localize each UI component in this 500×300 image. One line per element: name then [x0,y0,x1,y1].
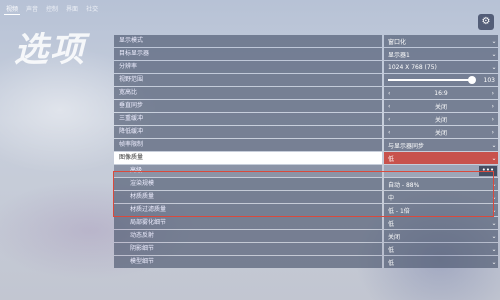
tab-social[interactable]: 社交 [84,3,100,15]
settings-label: 三重缓冲 [114,113,382,125]
settings-label: 帧率限制 [114,139,382,151]
settings-label: 降低缓冲 [114,126,382,138]
option-selector[interactable]: ‹ 关闭 › [384,100,498,112]
settings-row: 垂直同步 ‹ 关闭 › [114,100,498,112]
top-nav: 视频 声音 控制 界面 社交 [4,3,100,15]
slider-value: 103 [483,76,495,84]
chevron-down-icon: ⌄ [491,37,497,45]
settings-row: 分辨率 1024 X 768 (75) ⌄ [114,61,498,73]
settings-label: 宽高比 [114,87,382,99]
selector-value: 关闭 [434,129,447,137]
settings-row: 动态反射 关闭 ⌄ [114,230,498,242]
settings-row: 降低缓冲 ‹ 关闭 › [114,126,498,138]
chevron-right-icon[interactable]: › [492,129,494,136]
gear-icon[interactable]: ⚙ [478,14,494,30]
dropdown[interactable]: 1024 X 768 (75) ⌄ [384,61,498,73]
settings-label: 目标显示器 [114,48,382,60]
settings-label: 垂直同步 [114,100,382,112]
settings-label: 局部雾化细节 [114,217,382,229]
page-title: 选项 [14,30,86,70]
settings-label: 阴影细节 [114,243,382,255]
highlight-box [113,171,494,217]
settings-row: 目标显示器 显示器1 ⌄ [114,48,498,60]
tab-interface[interactable]: 界面 [64,3,80,15]
dropdown-value: 低 [388,259,395,267]
dropdown[interactable]: 低 ⌄ [384,217,498,229]
chevron-down-icon: ⌄ [491,258,497,266]
settings-label: 模型细节 [114,256,382,268]
settings-row: 宽高比 ‹ 16:9 › [114,87,498,99]
dropdown[interactable]: 窗口化 ⌄ [384,35,498,47]
tab-controls[interactable]: 控制 [44,3,60,15]
dropdown-value: 与显示器同步 [388,142,425,150]
chevron-down-icon: ⌄ [491,245,497,253]
dropdown-value: 关闭 [388,233,401,241]
chevron-down-icon: ⌄ [491,141,497,149]
settings-row: 阴影细节低 ⌄ [114,243,498,255]
dropdown[interactable]: 与显示器同步 ⌄ [384,139,498,151]
dropdown[interactable]: 关闭 ⌄ [384,230,498,242]
dropdown[interactable]: 低 ⌄ [384,256,498,268]
option-selector[interactable]: ‹ 关闭 › [384,126,498,138]
settings-label: 图像质量 [114,152,382,164]
settings-row: 帧率限制 与显示器同步 ⌄ [114,139,498,151]
dropdown-value: 低 [388,220,395,228]
dropdown-value: 显示器1 [388,51,410,59]
slider[interactable]: 103 [384,74,498,86]
chevron-down-icon: ⌄ [491,63,497,71]
chevron-right-icon[interactable]: › [492,103,494,110]
settings-label: 显示模式 [114,35,382,47]
dropdown-value: 低 [388,155,395,163]
selector-value: 关闭 [434,103,447,111]
settings-row: 局部雾化细节低 ⌄ [114,217,498,229]
settings-row: 视野范围 103 [114,74,498,86]
settings-label: 分辨率 [114,61,382,73]
chevron-down-icon: ⌄ [491,232,497,240]
dropdown[interactable]: 低 ⌄ [384,243,498,255]
selector-value: 16:9 [434,89,448,97]
dropdown-value: 低 [388,246,395,254]
option-selector[interactable]: ‹ 关闭 › [384,113,498,125]
settings-label: 视野范围 [114,74,382,86]
slider-knob[interactable] [468,76,476,84]
chevron-down-icon: ⌄ [491,154,497,162]
chevron-down-icon: ⌄ [491,219,497,227]
settings-label: 动态反射 [114,230,382,242]
chevron-right-icon[interactable]: › [492,90,494,97]
option-selector[interactable]: ‹ 16:9 › [384,87,498,99]
settings-row: 显示模式 窗口化 ⌄ [114,35,498,47]
dropdown-value: 1024 X 768 (75) [388,63,437,71]
selector-value: 关闭 [434,116,447,124]
chevron-down-icon: ⌄ [491,50,497,58]
settings-row: 图像质量低 ⌄ [114,152,498,164]
dropdown-value: 窗口化 [388,38,407,46]
chevron-right-icon[interactable]: › [492,116,494,123]
dropdown[interactable]: 低 ⌄ [384,152,498,164]
tab-sound[interactable]: 声音 [24,3,40,15]
settings-row: 三重缓冲 ‹ 关闭 › [114,113,498,125]
dropdown[interactable]: 显示器1 ⌄ [384,48,498,60]
settings-row: 模型细节低 ⌄ [114,256,498,268]
tab-video[interactable]: 视频 [4,3,21,15]
slider-track[interactable] [388,76,476,84]
options-list: 显示模式 窗口化 ⌄ 目标显示器 显示器1 ⌄ 分辨率 1024 X 768 (75) ⌄ 视野范… [114,35,498,269]
